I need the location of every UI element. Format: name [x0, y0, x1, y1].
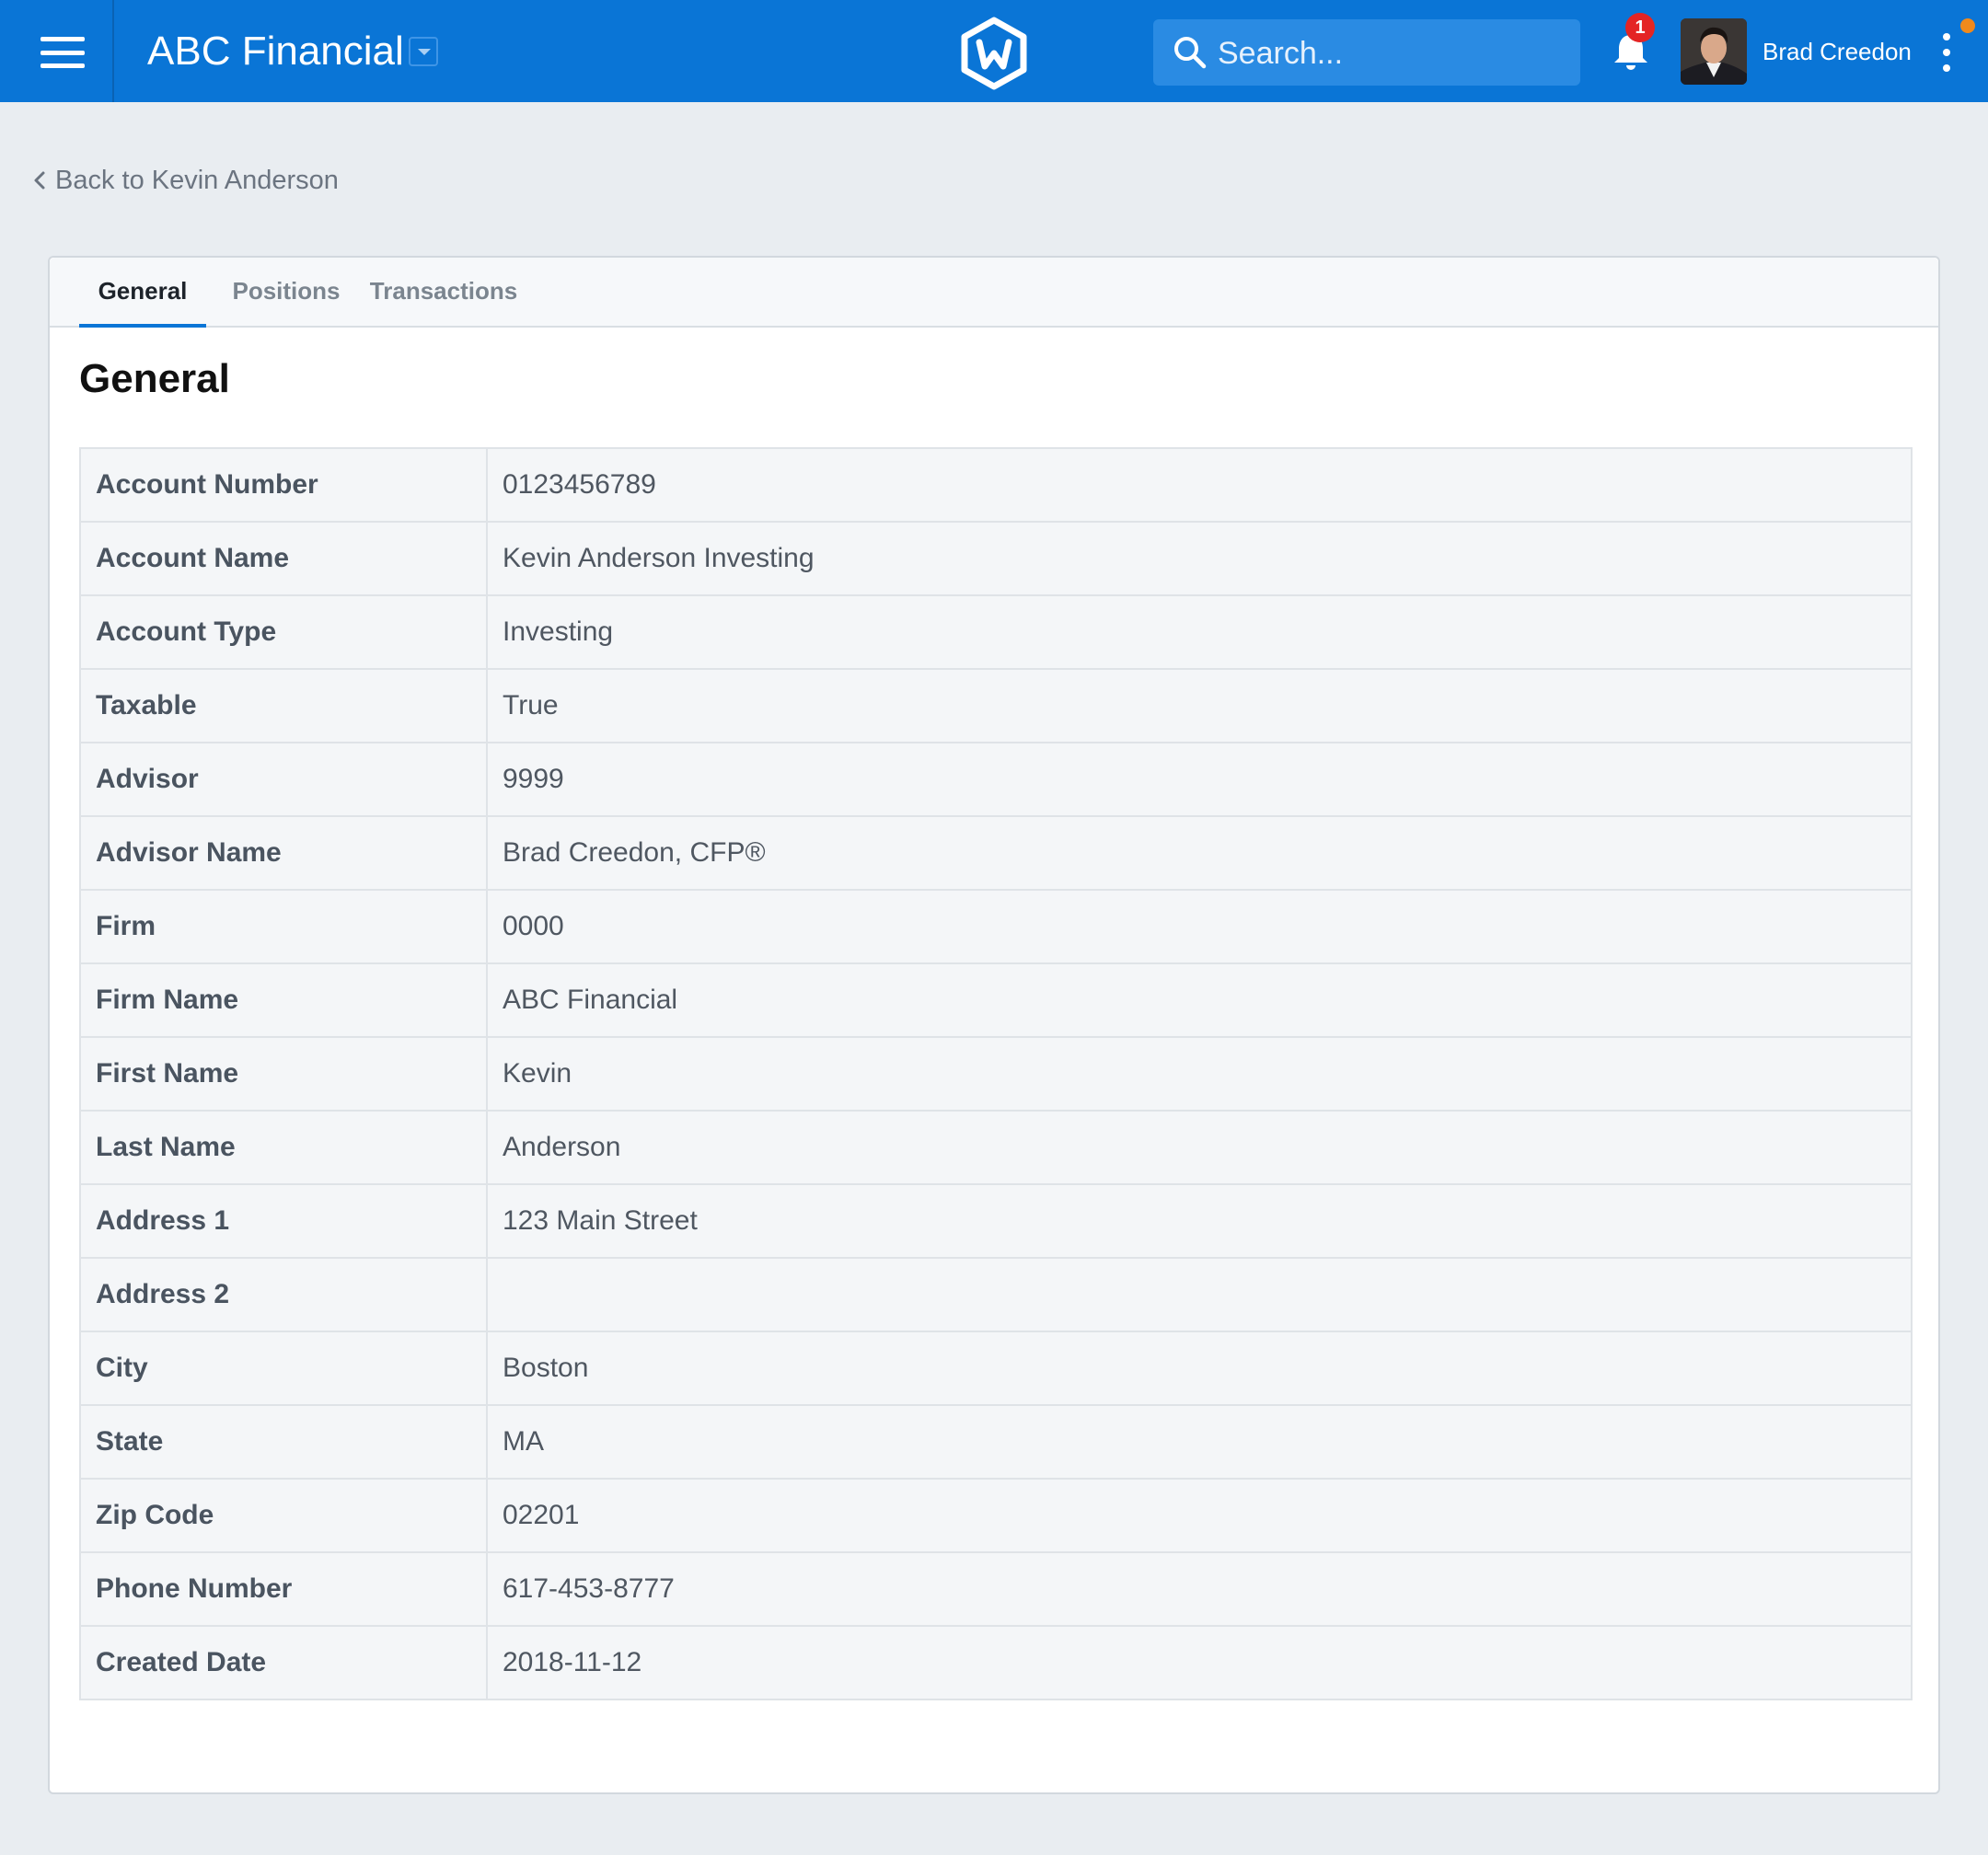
tab-general[interactable]: General: [79, 258, 206, 328]
row-value: 2018-11-12: [486, 1625, 1913, 1700]
row-value: [486, 1257, 1913, 1332]
row-label: Phone Number: [79, 1551, 488, 1627]
row-label: Zip Code: [79, 1478, 488, 1553]
tab-transactions[interactable]: Transactions: [363, 258, 525, 326]
table-row: Firm 0000: [79, 889, 1913, 964]
avatar[interactable]: [1681, 18, 1747, 85]
app-title: ABC Financial: [147, 29, 404, 74]
table-row: First Name Kevin: [79, 1036, 1913, 1112]
table-row: Created Date 2018-11-12: [79, 1625, 1913, 1700]
row-value: Anderson: [486, 1110, 1913, 1185]
row-label: Address 1: [79, 1183, 488, 1259]
header-divider: [112, 0, 114, 102]
table-row: Advisor 9999: [79, 742, 1913, 817]
table-row: State MA: [79, 1404, 1913, 1480]
table-row: Account Type Investing: [79, 594, 1913, 670]
menu-icon[interactable]: [40, 37, 85, 68]
row-label: Last Name: [79, 1110, 488, 1185]
app-logo-icon[interactable]: [959, 17, 1029, 90]
row-label: Firm Name: [79, 962, 488, 1038]
row-value: 617-453-8777: [486, 1551, 1913, 1627]
row-label: Taxable: [79, 668, 488, 743]
section-title: General: [79, 356, 230, 401]
back-link-label: Back to Kevin Anderson: [55, 166, 339, 195]
table-row: Account Name Kevin Anderson Investing: [79, 521, 1913, 596]
row-value: True: [486, 668, 1913, 743]
row-value: ABC Financial: [486, 962, 1913, 1038]
notification-badge: 1: [1625, 13, 1655, 42]
account-details-table: Account Number 0123456789 Account Name Kev…: [79, 447, 1913, 1700]
row-value: 123 Main Street: [486, 1183, 1913, 1259]
row-value: Kevin Anderson Investing: [486, 521, 1913, 596]
user-name[interactable]: Brad Creedon: [1763, 37, 1912, 66]
table-row: Taxable True: [79, 668, 1913, 743]
table-row: Address 2: [79, 1257, 1913, 1332]
table-row: Last Name Anderson: [79, 1110, 1913, 1185]
row-value: Brad Creedon, CFP®: [486, 815, 1913, 891]
row-value: 9999: [486, 742, 1913, 817]
table-row: Account Number 0123456789: [79, 447, 1913, 523]
tab-bar: General Positions Transactions: [50, 258, 1938, 328]
table-row: Address 1 123 Main Street: [79, 1183, 1913, 1259]
search-box[interactable]: [1153, 19, 1580, 86]
row-value: 0000: [486, 889, 1913, 964]
row-value: Boston: [486, 1331, 1913, 1406]
row-label: Address 2: [79, 1257, 488, 1332]
back-link[interactable]: Back to Kevin Anderson: [33, 164, 339, 197]
search-icon: [1174, 37, 1207, 69]
row-label: City: [79, 1331, 488, 1406]
row-value: Investing: [486, 594, 1913, 670]
row-label: Account Number: [79, 447, 488, 523]
row-value: 02201: [486, 1478, 1913, 1553]
status-indicator: [1960, 18, 1975, 33]
chevron-down-icon[interactable]: [409, 37, 438, 66]
table-row: Firm Name ABC Financial: [79, 962, 1913, 1038]
row-label: Advisor Name: [79, 815, 488, 891]
tab-positions[interactable]: Positions: [221, 258, 352, 326]
row-label: Account Name: [79, 521, 488, 596]
row-label: First Name: [79, 1036, 488, 1112]
row-label: Firm: [79, 889, 488, 964]
table-row: Phone Number 617-453-8777: [79, 1551, 1913, 1627]
table-row: Zip Code 02201: [79, 1478, 1913, 1553]
search-input[interactable]: [1216, 29, 1569, 78]
row-value: 0123456789: [486, 447, 1913, 523]
kebab-menu-icon[interactable]: [1940, 33, 1953, 72]
table-row: City Boston: [79, 1331, 1913, 1406]
chevron-left-icon: [34, 171, 45, 190]
account-details-card: General Positions Transactions General A…: [48, 256, 1940, 1794]
row-label: Account Type: [79, 594, 488, 670]
row-label: State: [79, 1404, 488, 1480]
row-label: Created Date: [79, 1625, 488, 1700]
table-row: Advisor Name Brad Creedon, CFP®: [79, 815, 1913, 891]
row-value: MA: [486, 1404, 1913, 1480]
top-navigation-bar: ABC Financial 1 Brad Creedon: [0, 0, 1988, 102]
row-label: Advisor: [79, 742, 488, 817]
row-value: Kevin: [486, 1036, 1913, 1112]
